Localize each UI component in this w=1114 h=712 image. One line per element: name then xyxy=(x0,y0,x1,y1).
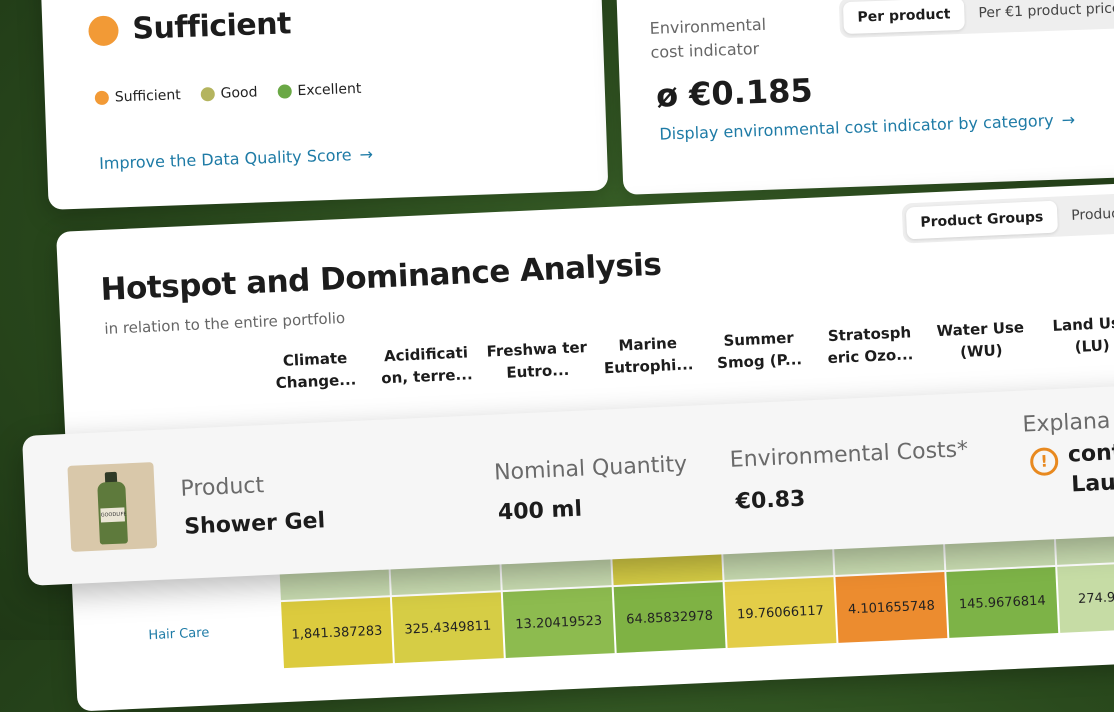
product-name: Shower Gel xyxy=(183,508,326,540)
nominal-quantity-label: Nominal Quantity xyxy=(493,451,688,486)
explanation-label: Explana xyxy=(1021,408,1111,438)
explanation-text-line1: cont xyxy=(1067,440,1114,468)
heatmap-cell-freshwater-eutrophication[interactable]: 13.20419523 xyxy=(502,587,615,659)
data-quality-card: Sufficient Sufficient Good Excellent Imp… xyxy=(40,0,609,210)
arrow-right-icon: → xyxy=(359,144,374,164)
sufficient-indicator-icon xyxy=(87,14,120,46)
analysis-view-toggle: Product Groups Products xyxy=(901,192,1114,244)
bottle-label: GOODLIFE xyxy=(100,507,127,523)
analysis-subtitle: in relation to the entire portfolio xyxy=(104,308,346,338)
heatmap-cell-summer-smog[interactable]: 19.76066117 xyxy=(724,577,837,648)
legend-label: Good xyxy=(220,84,258,102)
warning-icon[interactable]: ! xyxy=(1029,447,1059,477)
heatmap-cell-land-use[interactable]: 274.92233 xyxy=(1057,561,1114,633)
tab-product-groups[interactable]: Product Groups xyxy=(905,200,1059,240)
analysis-title: Hotspot and Dominance Analysis xyxy=(99,246,663,309)
column-header-water-use[interactable]: Water Use (WU) xyxy=(925,316,1037,365)
product-image: GOODLIFE xyxy=(67,462,158,552)
environmental-cost-card: Environmental cost indicator Per product… xyxy=(616,0,1114,195)
cost-basis-toggle: Per product Per €1 product price xyxy=(838,0,1114,39)
explanation-text-line2: Lau xyxy=(1070,470,1114,498)
heatmap-cell-stratospheric-ozone[interactable]: 4.101655748 xyxy=(835,572,948,643)
arrow-right-icon: → xyxy=(1061,110,1076,130)
heatmap-cell-acidification[interactable]: 325.4349811 xyxy=(391,592,504,664)
column-header-stratospheric-ozone[interactable]: Stratosph eric Ozo... xyxy=(814,321,926,370)
tab-per-product[interactable]: Per product xyxy=(842,0,966,35)
heatmap-cell-climate-change[interactable]: 1,841.387283 xyxy=(281,597,393,669)
column-header-land-use[interactable]: Land Use (LU) xyxy=(1036,311,1114,360)
legend-label: Sufficient xyxy=(114,87,181,106)
column-header-climate-change[interactable]: Climate Change... xyxy=(260,346,372,395)
sufficient-dot-icon xyxy=(94,90,110,106)
row-label-hair-care[interactable]: Hair Care xyxy=(148,625,210,643)
quality-legend: Sufficient Good Excellent xyxy=(94,80,362,106)
column-header-marine-eutrophication[interactable]: Marine Eutrophi... xyxy=(592,331,704,380)
legend-item-sufficient: Sufficient xyxy=(94,87,181,106)
column-header-freshwater-eutrophication[interactable]: Freshwa ter Eutro... xyxy=(481,336,593,385)
legend-item-excellent: Excellent xyxy=(277,80,362,100)
cost-by-category-link-label: Display environmental cost indicator by … xyxy=(659,110,1055,144)
legend-item-good: Good xyxy=(200,84,258,102)
environmental-costs-value: €0.83 xyxy=(735,486,806,515)
good-dot-icon xyxy=(200,86,215,102)
product-label: Product xyxy=(180,473,265,502)
average-cost-value: ø €0.185 xyxy=(655,71,814,115)
legend-label: Excellent xyxy=(297,80,362,100)
heatmap-cell-water-use[interactable]: 145.9676814 xyxy=(946,567,1059,638)
column-header-summer-smog[interactable]: Summer Smog (P... xyxy=(703,326,815,375)
nominal-quantity-value: 400 ml xyxy=(497,496,583,526)
environmental-costs-label: Environmental Costs* xyxy=(729,437,969,473)
tab-products[interactable]: Products xyxy=(1057,197,1114,233)
cost-by-category-link[interactable]: Display environmental cost indicator by … xyxy=(659,110,1075,144)
excellent-dot-icon xyxy=(277,84,292,99)
column-header-acidification[interactable]: Acidificati on, terre... xyxy=(370,341,482,390)
improve-quality-link[interactable]: Improve the Data Quality Score → xyxy=(99,145,373,174)
cost-indicator-label: Environmental cost indicator xyxy=(649,14,767,62)
quality-score: Sufficient xyxy=(87,6,292,48)
improve-quality-link-label: Improve the Data Quality Score xyxy=(98,145,352,174)
heatmap-cell-marine-eutrophication[interactable]: 64.85832978 xyxy=(613,582,726,653)
quality-score-label: Sufficient xyxy=(131,6,292,47)
tab-per-euro-price[interactable]: Per €1 product price xyxy=(964,0,1114,30)
